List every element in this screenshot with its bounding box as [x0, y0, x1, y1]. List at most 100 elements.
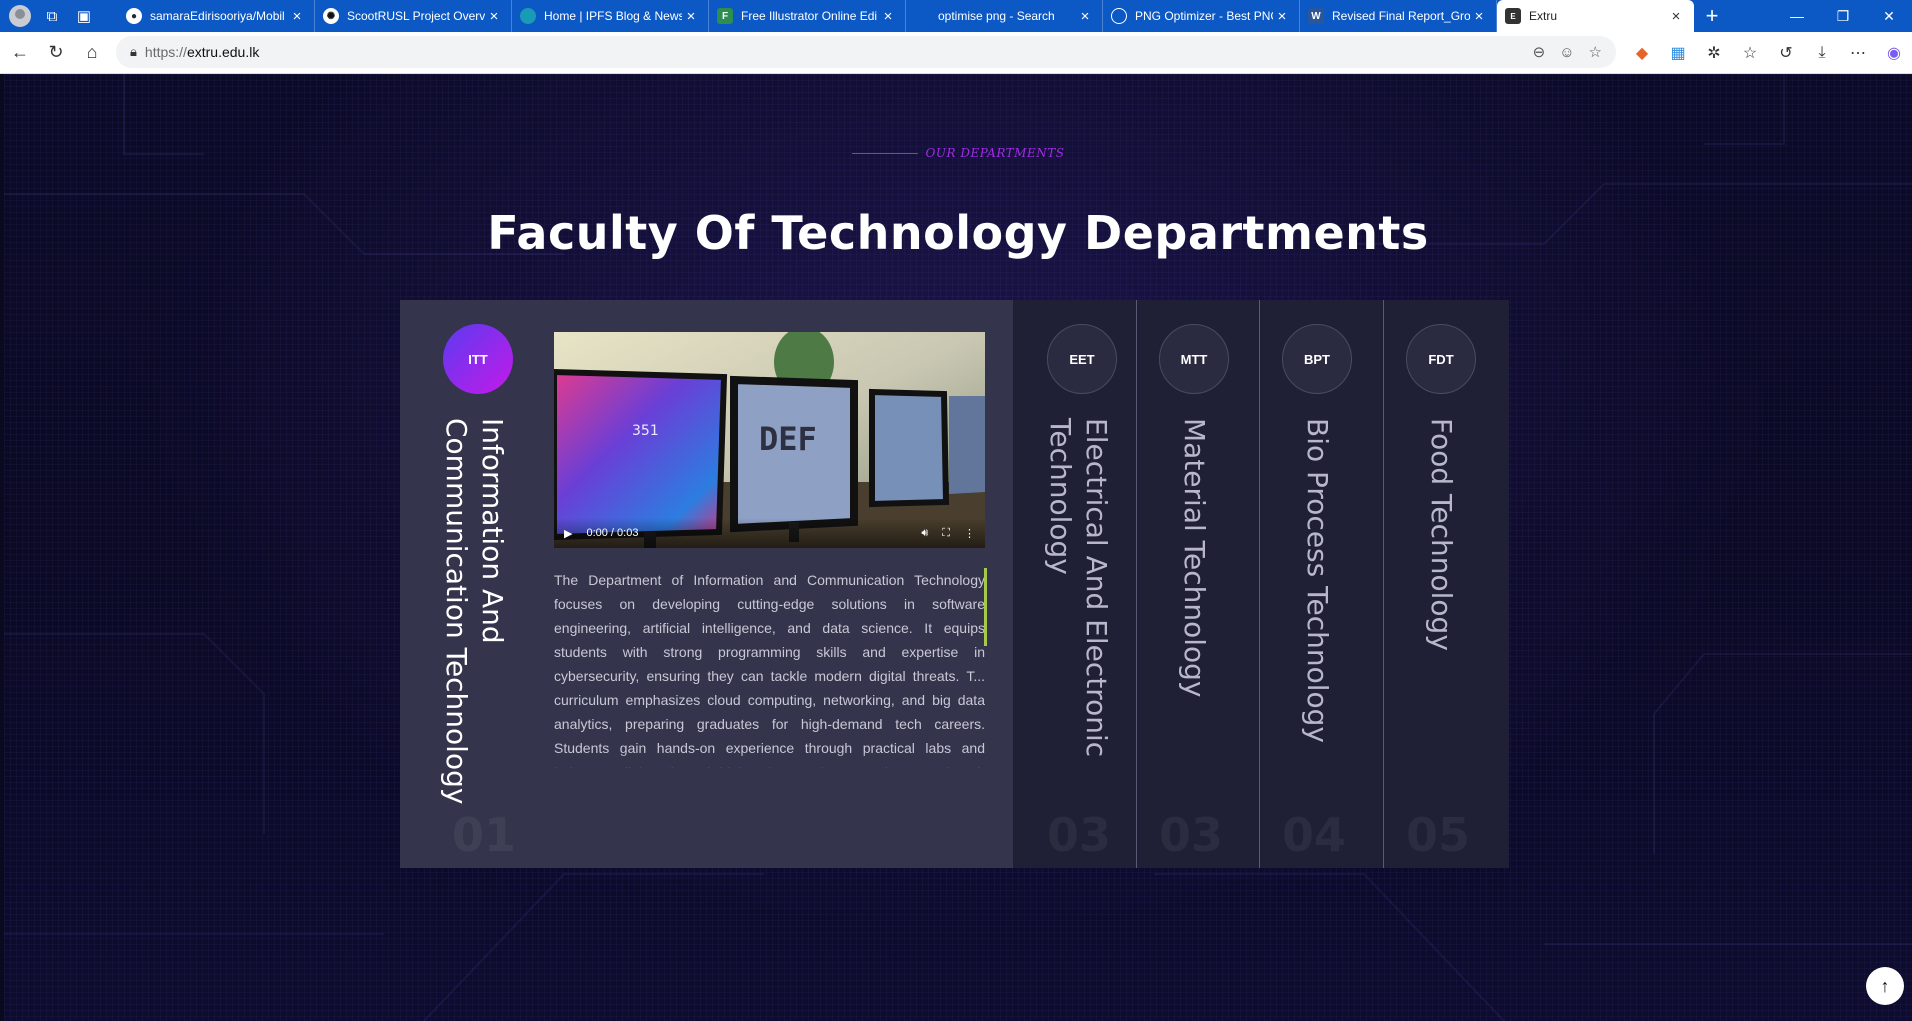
favorite-star-icon[interactable]: ☆ — [1589, 43, 1602, 61]
browser-tab-active[interactable]: E Extru × — [1497, 0, 1694, 32]
department-title: Electrical And Electronic Technology — [1044, 418, 1113, 758]
address-bar-actions: ⊖ ☺ ☆ — [1533, 36, 1602, 68]
fullscreen-icon[interactable]: ⛶ — [942, 527, 950, 540]
tab-title: PNG Optimizer - Best PNG — [1135, 9, 1273, 23]
tab-bar-left-buttons: ⧉ ▣ — [0, 2, 118, 30]
downloads-icon[interactable]: ⤓ — [1810, 41, 1834, 65]
home-icon[interactable]: ⌂ — [74, 35, 110, 71]
department-card-itt[interactable]: ITT Information And Communication Techno… — [400, 300, 1013, 868]
copilot-icon[interactable]: ◉ — [1882, 41, 1906, 65]
video-more-icon[interactable]: ⋮ — [964, 527, 975, 540]
refresh-icon[interactable]: ↻ — [38, 35, 74, 71]
zoom-icon[interactable]: ⊖ — [1533, 43, 1546, 61]
browser-tab[interactable]: optimise png - Search × — [906, 0, 1103, 32]
department-code-badge: ITT — [443, 324, 513, 394]
close-tab-icon[interactable]: × — [1273, 8, 1291, 25]
department-number: 03 — [1159, 808, 1224, 862]
url-host: extru.edu.lk — [186, 44, 260, 60]
browser-tab[interactable]: W Revised Final Report_Grou × — [1300, 0, 1497, 32]
department-title: Information And Communication Technology — [440, 418, 509, 805]
close-tab-icon[interactable]: × — [485, 8, 503, 25]
tab-title: optimise png - Search — [938, 9, 1055, 23]
department-code-badge: EET — [1047, 324, 1117, 394]
department-title: Bio Process Technology — [1301, 418, 1334, 743]
department-code-badge: FDT — [1406, 324, 1476, 394]
browser-tab[interactable]: ✺ ScootRUSL Project Overvi × — [315, 0, 512, 32]
eyebrow-line — [851, 153, 918, 154]
photopea-icon: F — [717, 8, 733, 24]
ipfs-icon — [520, 8, 536, 24]
extensions-icon[interactable]: ✲ — [1702, 41, 1726, 65]
department-title: Food Technology — [1425, 418, 1458, 651]
department-video[interactable]: 351 DEF ▶ 0:00 / 0:03 🔊︎ ⛶ ⋮ — [554, 332, 985, 548]
profile-icon[interactable] — [6, 2, 34, 30]
department-number: 05 — [1406, 808, 1471, 862]
department-title: Material Technology — [1178, 418, 1211, 698]
description-fade — [554, 752, 985, 770]
department-code-badge: BPT — [1282, 324, 1352, 394]
department-card-bpt[interactable]: BPT Bio Process Technology 04 — [1259, 300, 1383, 868]
volume-icon[interactable]: 🔊︎ — [921, 527, 928, 540]
github-icon: ● — [126, 8, 142, 24]
more-menu-icon[interactable]: ⋯ — [1846, 41, 1870, 65]
department-number: 03 — [1047, 808, 1112, 862]
section-heading: Faculty Of Technology Departments — [487, 206, 1429, 260]
video-controls: ▶ 0:00 / 0:03 🔊︎ ⛶ ⋮ — [554, 518, 985, 548]
browser-tab[interactable]: F Free Illustrator Online Edi × — [709, 0, 906, 32]
browser-toolbar: ← ↻ ⌂ 🔒︎ https://extru.edu.lk ⊖ ☺ ☆ ◆ ▦ … — [0, 32, 1912, 74]
department-card-fdt[interactable]: FDT Food Technology 05 — [1383, 300, 1509, 868]
browser-tab[interactable]: PNG Optimizer - Best PNG × — [1103, 0, 1300, 32]
close-window-icon[interactable]: ✕ — [1866, 8, 1912, 25]
restore-icon[interactable]: ❐ — [1820, 8, 1866, 25]
bing-icon — [914, 8, 930, 24]
description-scroll-indicator[interactable] — [984, 568, 987, 646]
close-tab-icon[interactable]: × — [879, 8, 897, 25]
tab-title: Extru — [1529, 9, 1558, 23]
favorites-icon[interactable]: ☆ — [1738, 41, 1762, 65]
extensions-row: ◆ ▦ ✲ ☆ ↺ ⤓ ⋯ ◉ — [1630, 32, 1906, 74]
workspaces-icon[interactable]: ⧉ — [38, 2, 66, 30]
chatgpt-icon: ✺ — [323, 8, 339, 24]
close-tab-icon[interactable]: × — [1470, 8, 1488, 25]
screen-text-2: DEF — [759, 420, 817, 458]
minimize-icon[interactable]: — — [1774, 8, 1820, 25]
eyebrow-text: OUR DEPARTMENTS — [925, 146, 1065, 160]
section-eyebrow: OUR DEPARTMENTS — [4, 146, 1912, 160]
close-tab-icon[interactable]: × — [682, 8, 700, 25]
close-tab-icon[interactable]: × — [288, 8, 306, 25]
department-card-mtt[interactable]: MTT Material Technology 03 — [1136, 300, 1259, 868]
screen-text-1: 351 — [632, 423, 659, 439]
page-content: OUR DEPARTMENTS Faculty Of Technology De… — [4, 74, 1912, 1021]
address-bar[interactable]: 🔒︎ https://extru.edu.lk ⊖ ☺ ☆ — [116, 36, 1616, 68]
tab-title: samaraEdirisooriya/Mobil — [150, 9, 285, 23]
browser-tab-bar: ⧉ ▣ ● samaraEdirisooriya/Mobil × ✺ Scoot… — [0, 0, 1912, 32]
history-icon[interactable]: ↺ — [1774, 41, 1798, 65]
vertical-tabs-icon[interactable]: ▣ — [70, 2, 98, 30]
extru-icon: E — [1505, 8, 1521, 24]
tab-title: Home | IPFS Blog & News — [544, 9, 682, 23]
close-tab-icon[interactable]: × — [1076, 8, 1094, 25]
department-card-eet[interactable]: EET Electrical And Electronic Technology… — [1013, 300, 1136, 868]
tab-title: Free Illustrator Online Edi — [741, 9, 878, 23]
window-controls: — ❐ ✕ — [1774, 8, 1912, 25]
video-time: 0:00 / 0:03 — [586, 527, 639, 539]
url-protocol: https:// — [144, 44, 187, 60]
lock-icon[interactable]: 🔒︎ — [130, 44, 137, 60]
browser-tab[interactable]: Home | IPFS Blog & News × — [512, 0, 709, 32]
word-icon: W — [1308, 8, 1324, 24]
department-number: 04 — [1282, 808, 1347, 862]
new-tab-button[interactable]: + — [1694, 3, 1730, 29]
extension-colorful-icon[interactable]: ▦ — [1666, 41, 1690, 65]
close-tab-icon[interactable]: × — [1667, 8, 1685, 25]
back-icon[interactable]: ← — [2, 35, 38, 71]
tab-title: Revised Final Report_Grou — [1332, 9, 1470, 23]
optimizer-icon — [1111, 8, 1127, 24]
video-frame: 351 DEF — [554, 332, 985, 548]
department-code-badge: MTT — [1159, 324, 1229, 394]
browser-tab[interactable]: ● samaraEdirisooriya/Mobil × — [118, 0, 315, 32]
department-description: The Department of Information and Commun… — [554, 572, 985, 768]
extension-fox-icon[interactable]: ◆ — [1630, 41, 1654, 65]
reader-icon[interactable]: ☺ — [1559, 44, 1574, 61]
back-to-top-button[interactable]: ↑ — [1866, 967, 1904, 1005]
play-icon[interactable]: ▶ — [564, 527, 572, 540]
